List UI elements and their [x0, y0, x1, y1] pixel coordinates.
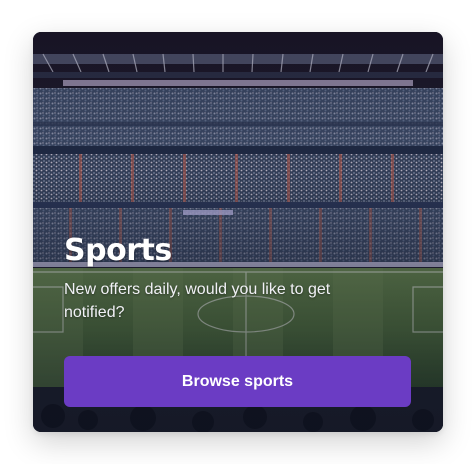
card-subtitle: New offers daily, would you like to get … [64, 281, 331, 321]
card-title: Sports [64, 233, 172, 268]
browse-sports-button[interactable]: Browse sports [64, 356, 411, 407]
sports-promo-card: Sports New offers daily, would you like … [33, 32, 443, 432]
